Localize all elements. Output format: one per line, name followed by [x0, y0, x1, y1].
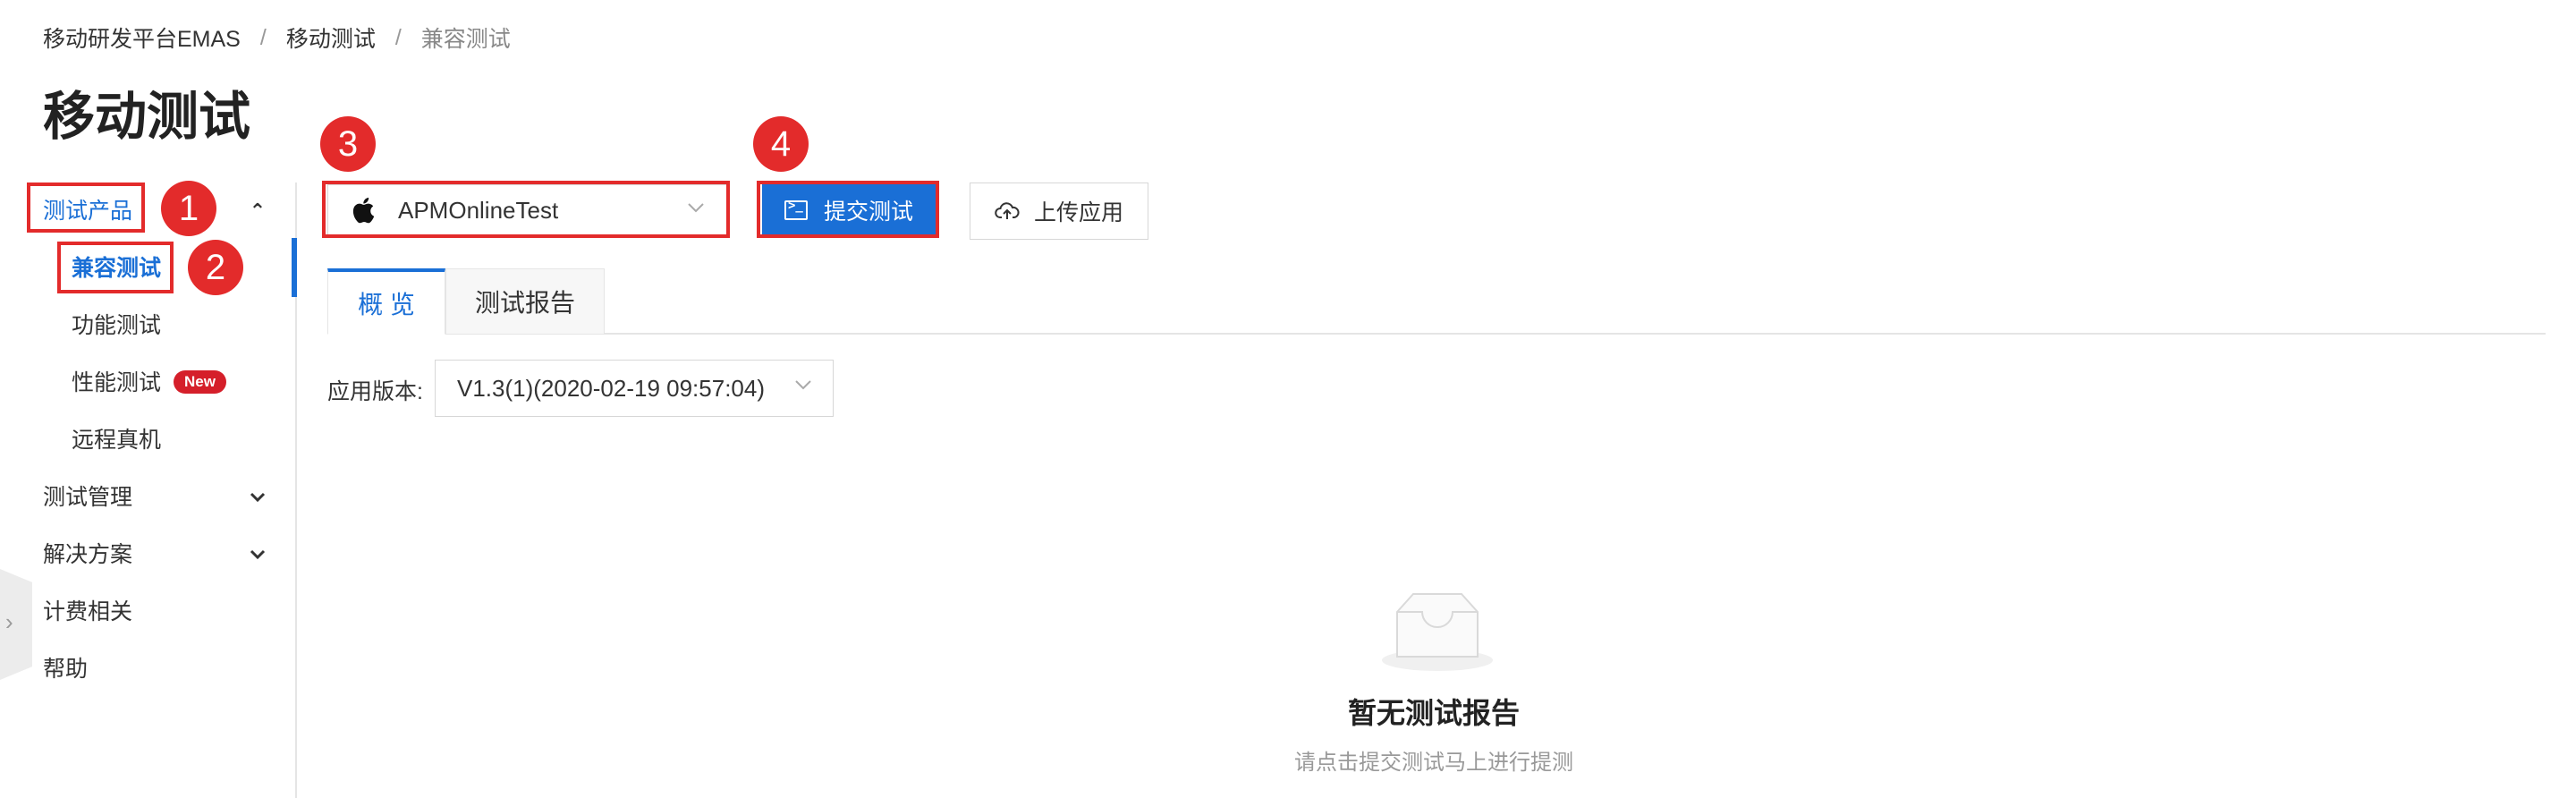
chevron-down-icon[interactable] [247, 544, 268, 565]
cloud-upload-icon [995, 202, 1020, 219]
sidebar-item-help[interactable]: 帮助 [43, 651, 88, 687]
chevron-right-icon: › [5, 608, 13, 635]
breadcrumb-item-emas[interactable]: 移动研发平台EMAS [43, 21, 241, 54]
sidebar-active-indicator [292, 238, 297, 297]
sidebar-item-billing[interactable]: 计费相关 [43, 594, 132, 630]
breadcrumb: 移动研发平台EMAS / 移动测试 / 兼容测试 [43, 21, 511, 54]
annotation-box-3 [322, 181, 730, 238]
page-title: 移动测试 [43, 88, 251, 146]
empty-state-title: 暂无测试报告 [1347, 697, 1520, 729]
version-label: 应用版本: [327, 379, 423, 404]
annotation-number-4: 4 [753, 116, 809, 172]
sidebar-item-function-test[interactable]: 功能测试 [72, 308, 161, 344]
tabs-divider [327, 333, 2546, 335]
empty-state-subtitle: 请点击提交测试马上进行提测 [1294, 751, 1573, 775]
breadcrumb-item-mobile-test[interactable]: 移动测试 [286, 21, 376, 54]
tab-overview[interactable]: 概 览 [327, 268, 445, 335]
sidebar-item-solutions[interactable]: 解决方案 [43, 537, 132, 573]
breadcrumb-separator: / [259, 24, 267, 50]
upload-app-label: 上传应用 [1033, 200, 1123, 225]
version-select-value: V1.3(1)(2020-02-19 09:57:04) [457, 374, 766, 402]
sidebar-collapse-handle[interactable]: › [0, 569, 32, 680]
annotation-box-1 [27, 183, 145, 233]
chevron-down-icon [793, 375, 813, 401]
annotation-box-2 [57, 242, 174, 293]
sidebar-item-test-management[interactable]: 测试管理 [43, 480, 132, 515]
sidebar-item-performance-test[interactable]: 性能测试 [72, 365, 161, 401]
chevron-down-icon[interactable] [247, 487, 268, 508]
tab-test-report[interactable]: 测试报告 [445, 268, 605, 335]
new-badge: New [174, 370, 226, 394]
annotation-number-3: 3 [320, 116, 376, 172]
annotation-number-1: 1 [161, 181, 216, 236]
chevron-up-icon[interactable]: ⌃ [247, 200, 268, 222]
upload-app-button[interactable]: 上传应用 [970, 183, 1148, 240]
annotation-number-2: 2 [188, 240, 243, 295]
empty-inbox-icon [1382, 593, 1493, 671]
version-select[interactable]: V1.3(1)(2020-02-19 09:57:04) [435, 360, 834, 417]
breadcrumb-separator: / [394, 24, 402, 50]
breadcrumb-item-current: 兼容测试 [420, 27, 511, 52]
sidebar-item-remote-device[interactable]: 远程真机 [72, 422, 161, 458]
annotation-box-4 [757, 181, 939, 238]
